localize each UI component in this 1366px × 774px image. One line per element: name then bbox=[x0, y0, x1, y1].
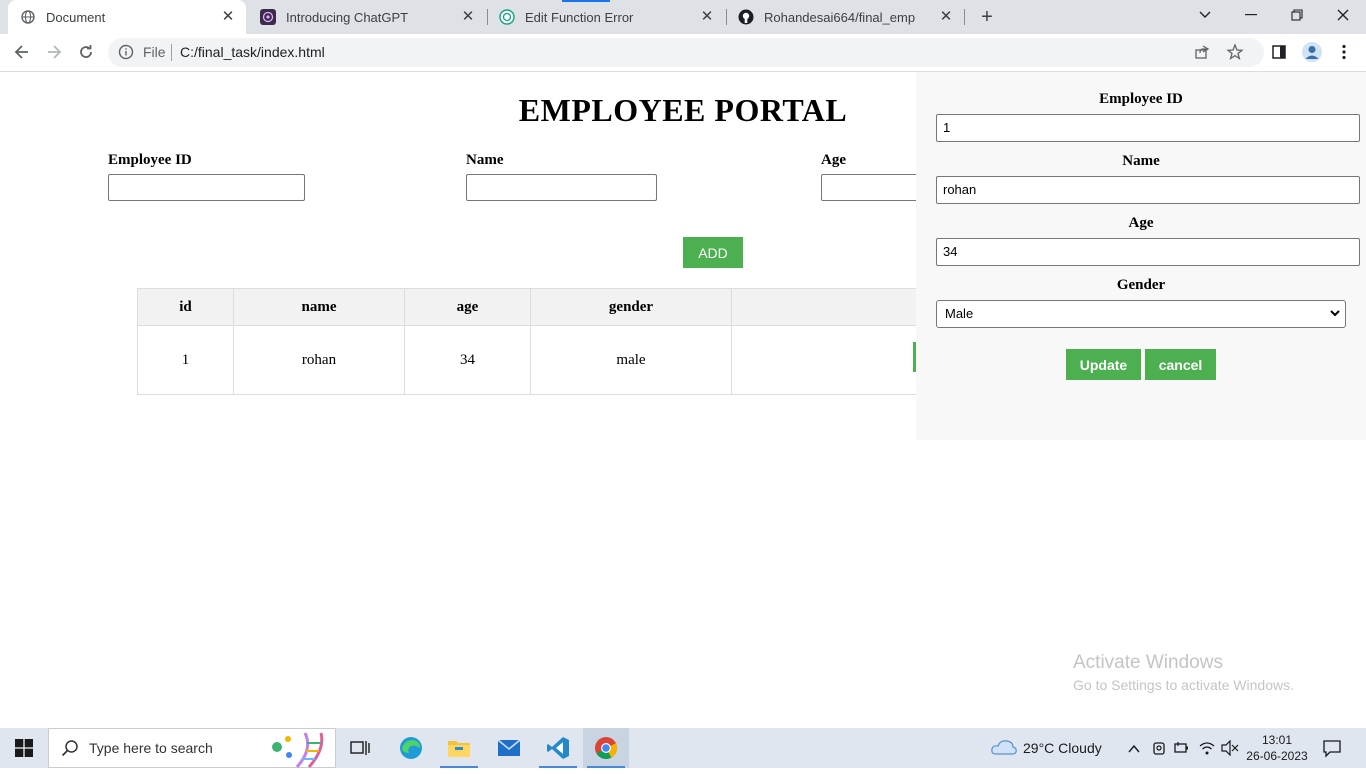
edit-gender-label: Gender bbox=[1116, 277, 1166, 293]
tab-title: Edit Function Error bbox=[525, 9, 634, 25]
clock-date: 26-06-2023 bbox=[1246, 749, 1308, 763]
cloudy-weather-icon[interactable] bbox=[990, 738, 1018, 761]
close-window-icon[interactable] bbox=[1320, 0, 1366, 30]
search-placeholder: Type here to search bbox=[89, 740, 213, 756]
cell-gender: male bbox=[530, 325, 732, 395]
taskbar-search-box[interactable]: Type here to search bbox=[48, 728, 336, 768]
tab-title: Rohandesai664/final_emp bbox=[764, 9, 916, 25]
activate-windows-subtitle: Go to Settings to activate Windows. bbox=[1073, 677, 1294, 693]
tab-github-final-emp[interactable]: Rohandesai664/final_emp ✕ bbox=[726, 0, 964, 34]
add-button[interactable]: ADD bbox=[683, 237, 743, 268]
name-label: Name bbox=[466, 152, 504, 168]
cancel-button[interactable]: cancel bbox=[1145, 349, 1216, 380]
scheme-label: File bbox=[143, 44, 166, 60]
update-button[interactable]: Update bbox=[1066, 349, 1141, 380]
edit-name-label: Name bbox=[1122, 153, 1160, 169]
cell-age: 34 bbox=[404, 325, 531, 395]
close-tab-icon[interactable]: ✕ bbox=[460, 9, 476, 25]
cell-id: 1 bbox=[137, 325, 234, 395]
profile-avatar[interactable] bbox=[1298, 38, 1326, 66]
column-header-name: name bbox=[233, 288, 405, 326]
cell-name: rohan bbox=[233, 325, 405, 395]
column-header-id: id bbox=[137, 288, 234, 326]
volume-muted-icon[interactable] bbox=[1221, 739, 1239, 761]
edit-age-label: Age bbox=[1128, 215, 1154, 231]
battery-plug-icon[interactable] bbox=[1174, 741, 1190, 760]
divider bbox=[171, 44, 172, 61]
close-tab-icon[interactable]: ✕ bbox=[938, 9, 954, 25]
vscode-icon[interactable] bbox=[535, 728, 581, 768]
tab-title: Document bbox=[46, 9, 106, 25]
globe-icon bbox=[20, 9, 36, 25]
address-bar[interactable]: File C:/final_task/index.html bbox=[108, 38, 1264, 67]
github-icon bbox=[738, 9, 754, 25]
edit-id-input[interactable]: 1 bbox=[936, 114, 1360, 142]
tab-introducing-chatgpt[interactable]: Introducing ChatGPT ✕ bbox=[248, 0, 486, 34]
tab-search-chevron-icon[interactable] bbox=[1182, 0, 1228, 30]
wifi-icon[interactable] bbox=[1199, 740, 1215, 761]
chevron-down-icon bbox=[1329, 306, 1341, 323]
edit-gender-select[interactable]: Male bbox=[936, 300, 1346, 328]
new-tab-icon[interactable]: + bbox=[976, 6, 998, 28]
edge-icon[interactable] bbox=[388, 728, 434, 768]
reload-icon[interactable] bbox=[72, 38, 100, 66]
share-icon[interactable] bbox=[1194, 44, 1210, 65]
column-header-age: age bbox=[404, 288, 531, 326]
edit-id-label: Employee ID bbox=[1099, 91, 1183, 107]
windows-start-icon[interactable] bbox=[0, 728, 48, 768]
minimize-icon[interactable] bbox=[1228, 0, 1274, 30]
employee-table: id name age gender 1 rohan 34 male bbox=[137, 288, 975, 395]
chrome-icon[interactable] bbox=[583, 728, 629, 768]
file-explorer-icon[interactable] bbox=[436, 728, 482, 768]
search-icon bbox=[61, 739, 79, 762]
edit-age-input[interactable]: 34 bbox=[936, 238, 1360, 266]
age-label: Age bbox=[821, 152, 846, 168]
url-text[interactable]: C:/final_task/index.html bbox=[180, 44, 325, 60]
browser-toolbar: File C:/final_task/index.html bbox=[0, 34, 1366, 72]
selected-gender: Male bbox=[945, 306, 974, 321]
side-panel-icon[interactable] bbox=[1265, 38, 1293, 66]
employee-id-input[interactable] bbox=[108, 174, 305, 201]
task-view-icon[interactable] bbox=[337, 728, 383, 768]
tab-separator bbox=[964, 9, 965, 25]
close-tab-icon[interactable]: ✕ bbox=[699, 9, 715, 25]
forward-icon[interactable] bbox=[40, 38, 68, 66]
close-tab-icon[interactable]: ✕ bbox=[220, 9, 236, 25]
openai-icon bbox=[260, 9, 276, 25]
bookmark-star-icon[interactable] bbox=[1226, 43, 1244, 66]
edit-employee-panel: Employee ID 1 Name rohan Age 34 Gender M… bbox=[916, 72, 1366, 440]
tab-edit-function-error[interactable]: Edit Function Error ✕ bbox=[487, 0, 725, 34]
windows-taskbar: Type here to search 29°C Cloudy 13:01 26… bbox=[0, 728, 1366, 768]
column-header-gender: gender bbox=[530, 288, 732, 326]
clock-time: 13:01 bbox=[1261, 733, 1293, 747]
info-icon[interactable] bbox=[118, 44, 134, 65]
kebab-menu-icon[interactable] bbox=[1330, 38, 1358, 66]
table-row: 1 rohan 34 male bbox=[137, 325, 975, 395]
restore-icon[interactable] bbox=[1274, 0, 1320, 30]
chatgpt-icon bbox=[499, 9, 515, 25]
back-icon[interactable] bbox=[8, 38, 36, 66]
activate-windows-title: Activate Windows bbox=[1073, 652, 1223, 673]
name-input[interactable] bbox=[466, 174, 657, 201]
edit-name-input[interactable]: rohan bbox=[936, 176, 1360, 204]
employee-id-label: Employee ID bbox=[108, 152, 192, 168]
tab-document[interactable]: Document ✕ bbox=[8, 0, 246, 34]
weather-text[interactable]: 29°C Cloudy bbox=[1023, 740, 1102, 756]
table-header-row: id name age gender bbox=[137, 288, 975, 326]
mail-icon[interactable] bbox=[486, 728, 532, 768]
tab-title: Introducing ChatGPT bbox=[286, 9, 409, 25]
search-highlight-dna-icon bbox=[269, 729, 335, 774]
meet-now-icon[interactable] bbox=[1152, 740, 1166, 761]
tab-strip: Document ✕ Introducing ChatGPT ✕ Edit Fu… bbox=[0, 0, 1366, 34]
notification-center-icon[interactable] bbox=[1322, 738, 1342, 763]
chevron-up-icon[interactable] bbox=[1128, 741, 1140, 759]
system-clock[interactable]: 13:01 26-06-2023 bbox=[1246, 732, 1308, 764]
